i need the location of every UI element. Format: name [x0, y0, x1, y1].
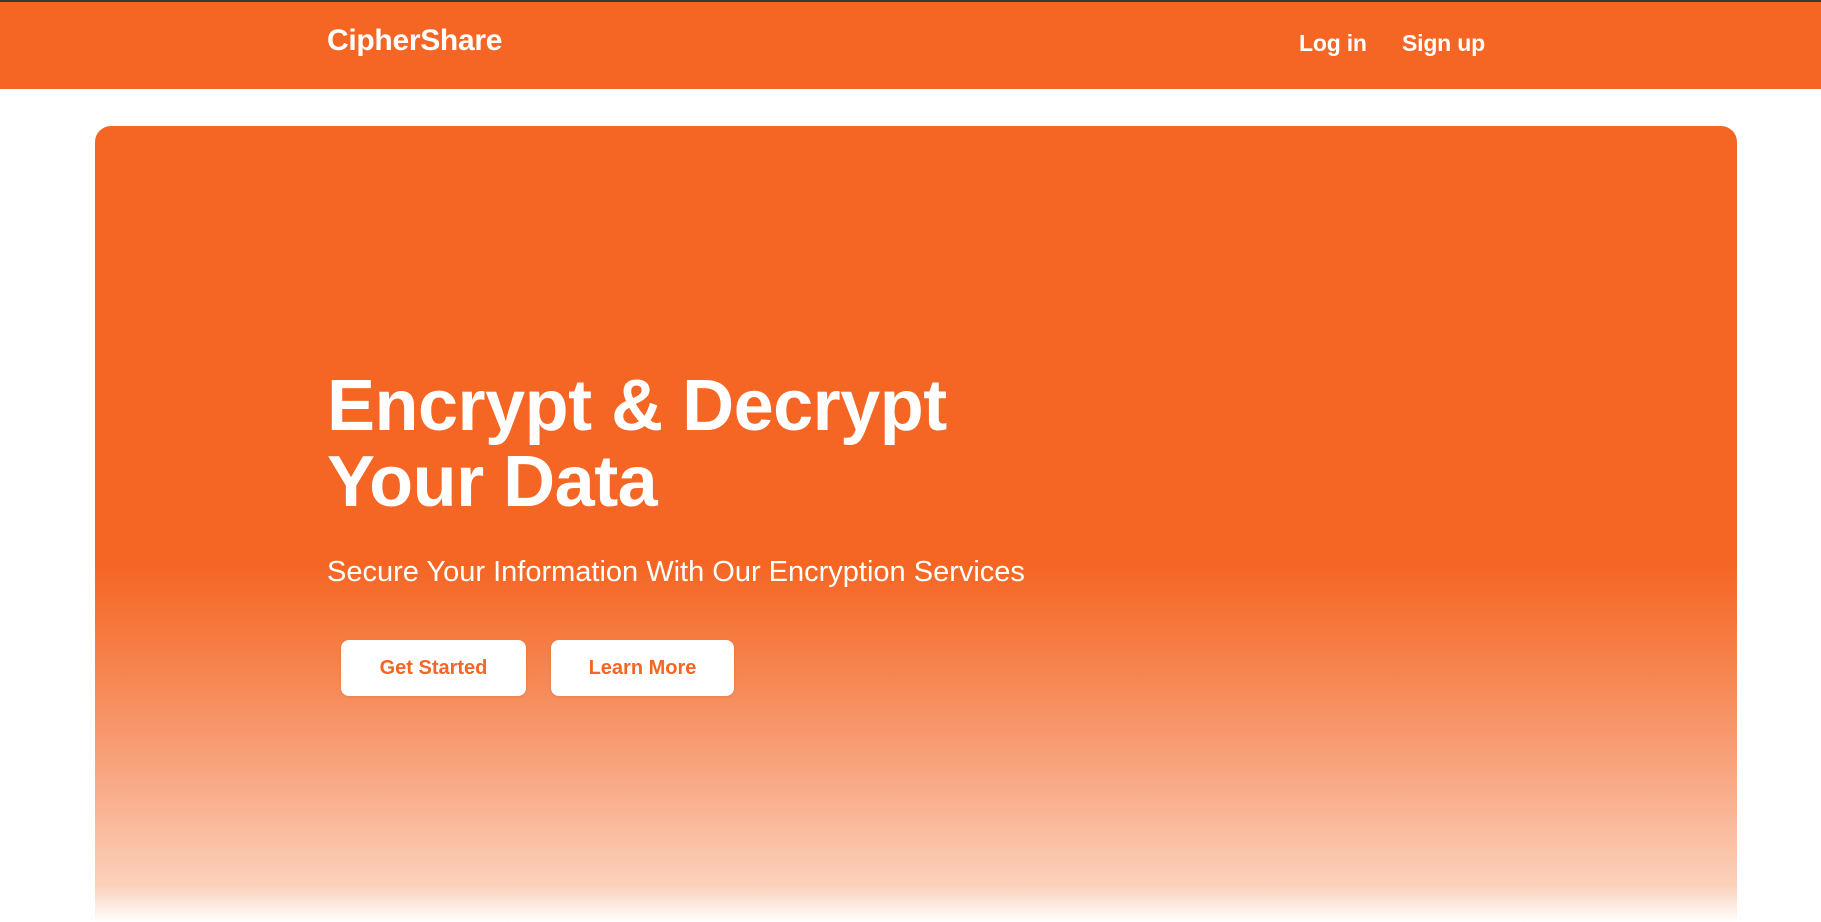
learn-more-button[interactable]: Learn More	[551, 640, 734, 696]
hero-title-line-1: Encrypt & Decrypt	[327, 366, 947, 446]
signup-link[interactable]: Sign up	[1402, 30, 1485, 57]
login-link[interactable]: Log in	[1299, 30, 1367, 57]
hero-subtitle: Secure Your Information With Our Encrypt…	[327, 556, 1025, 588]
brand-logo[interactable]: CipherShare	[327, 24, 502, 58]
navbar: CipherShare Log in Sign up	[0, 2, 1821, 89]
hero-title-line-2: Your Data	[327, 442, 658, 522]
get-started-button[interactable]: Get Started	[341, 640, 526, 696]
hero-section: Encrypt & Decrypt Your Data Secure Your …	[95, 126, 1737, 922]
hero-title: Encrypt & Decrypt Your Data	[327, 368, 1327, 520]
